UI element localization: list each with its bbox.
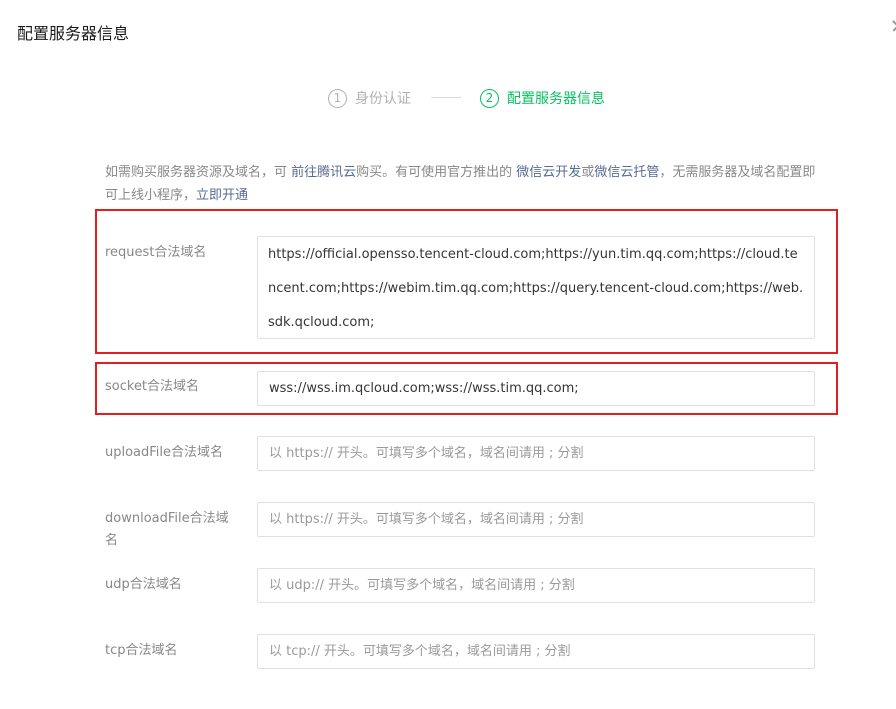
step-divider [431, 97, 461, 98]
tcp-domain-label: tcp合法域名 [105, 643, 178, 658]
udp-domain-label: udp合法域名 [105, 577, 182, 592]
download-file-domain-label: downloadFile合法域名 [105, 511, 229, 548]
step-label-2: 配置服务器信息 [507, 91, 605, 107]
cloud-hosting-link[interactable]: 微信云托管 [594, 165, 659, 180]
upload-file-domain-label: uploadFile合法域名 [105, 445, 224, 460]
open-now-link[interactable]: 立即开通 [196, 188, 248, 203]
cloud-dev-link[interactable]: 微信云开发 [516, 165, 581, 180]
purchase-notice: 如需购买服务器资源及域名，可 前往腾讯云购买。有可使用官方推出的 微信云开发或微… [105, 161, 820, 207]
step-number-2: 2 [480, 88, 499, 108]
step-indicator: 1 身份认证 2 配置服务器信息 [0, 86, 896, 110]
close-icon[interactable] [891, 20, 896, 32]
tencent-cloud-link[interactable]: 前往腾讯云 [291, 165, 356, 180]
config-server-dialog: 配置服务器信息 1 身份认证 2 配置服务器信息 如需购买服务器资源及域名，可 … [0, 0, 896, 709]
step-identity-auth: 1 身份认证 [328, 86, 411, 110]
upload-file-domain-input[interactable]: 以 https:// 开头。可填写多个域名，域名间请用 ; 分割 [257, 436, 815, 471]
dialog-title: 配置服务器信息 [17, 24, 130, 43]
notice-text-2: 购买。有可使用官方推出的 [356, 165, 517, 180]
request-highlight-box [95, 209, 838, 354]
udp-domain-input[interactable]: 以 udp:// 开头。可填写多个域名，域名间请用 ; 分割 [257, 568, 815, 603]
step-label-1: 身份认证 [355, 91, 411, 107]
notice-text-1: 如需购买服务器资源及域名，可 [105, 165, 292, 180]
notice-text-3: 或 [581, 165, 595, 180]
socket-highlight-box [95, 362, 838, 415]
tcp-domain-input[interactable]: 以 tcp:// 开头。可填写多个域名，域名间请用 ; 分割 [257, 634, 815, 669]
step-config-server: 2 配置服务器信息 [480, 86, 605, 110]
step-number-1: 1 [328, 88, 347, 108]
download-file-domain-input[interactable]: 以 https:// 开头。可填写多个域名，域名间请用 ; 分割 [257, 502, 815, 537]
